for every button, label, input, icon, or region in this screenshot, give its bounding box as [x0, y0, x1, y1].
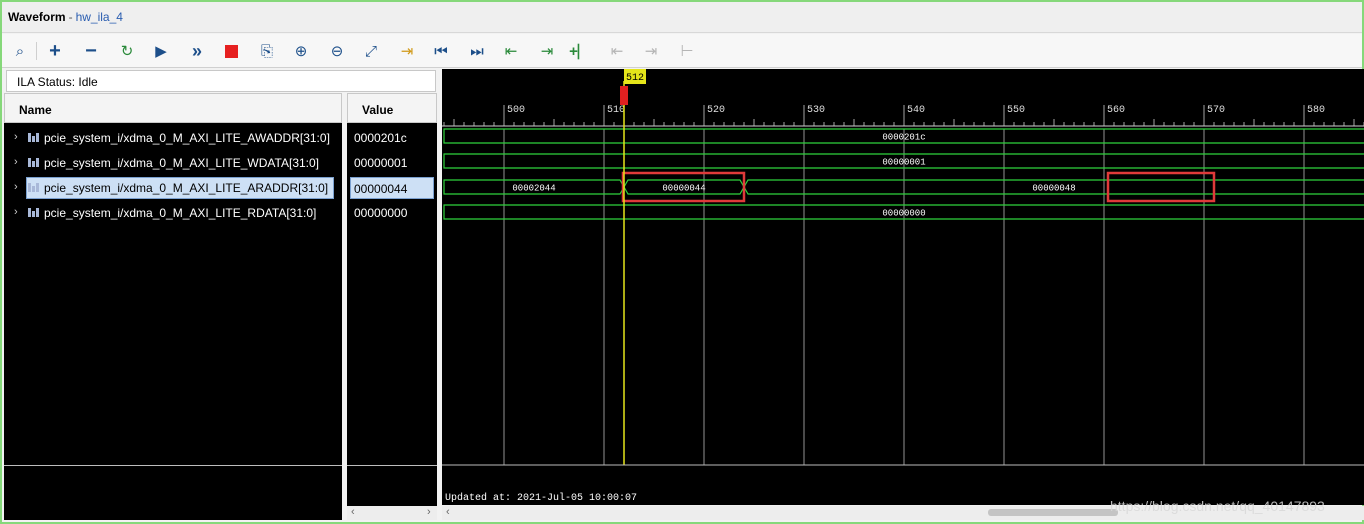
- bus-icon: [28, 133, 40, 142]
- stop-icon[interactable]: [220, 40, 242, 62]
- chevron-right-icon[interactable]: ›: [14, 131, 18, 143]
- bus-value-label: 00000000: [882, 209, 925, 219]
- signal-name: pcie_system_i/xdma_0_M_AXI_LITE_AWADDR[3…: [44, 131, 330, 145]
- goto-cursor-icon[interactable]: ⇥: [396, 40, 418, 62]
- tick-label: 520: [707, 105, 725, 116]
- highlight-box: [1106, 171, 1216, 203]
- zoom-fit-icon[interactable]: ⤢: [360, 40, 382, 62]
- next-marker-icon[interactable]: ⇥: [640, 40, 662, 62]
- bus-value-label: 0000201c: [882, 133, 925, 143]
- bus-icon: [28, 158, 40, 167]
- run-trigger-icon[interactable]: ▶: [150, 40, 172, 62]
- tick-label: 580: [1307, 105, 1325, 116]
- value-text: 0000201c: [354, 131, 407, 145]
- value-text: 00000000: [354, 206, 408, 220]
- goto-end-icon[interactable]: ⏭: [466, 40, 488, 62]
- trigger-marker: [620, 86, 628, 105]
- refresh-run-icon[interactable]: ↻: [116, 40, 138, 62]
- bus-icon: [28, 208, 40, 217]
- value-cell-selected[interactable]: 00000044: [350, 177, 434, 199]
- bus-value-label: 00002044: [512, 184, 555, 194]
- watermark-text: https://blog.csdn.net/qq_40147893: [1110, 498, 1325, 514]
- value-scrollbar[interactable]: ‹ ›: [347, 506, 437, 520]
- window-subtitle: hw_ila_4: [75, 10, 123, 24]
- ila-status-text: ILA Status: Idle: [17, 75, 98, 89]
- signal-name: pcie_system_i/xdma_0_M_AXI_LITE_ARADDR[3…: [44, 181, 329, 195]
- value-cell[interactable]: 00000001: [347, 152, 437, 174]
- title-bar: Waveform - hw_ila_4: [2, 2, 1362, 33]
- prev-transition-icon[interactable]: ⇤: [500, 40, 522, 62]
- next-transition-icon[interactable]: ⇥: [536, 40, 558, 62]
- scrollbar-thumb[interactable]: [988, 509, 1118, 516]
- signal-row-selected[interactable]: › pcie_system_i/xdma_0_M_AXI_LITE_ARADDR…: [4, 177, 342, 199]
- value-cell[interactable]: 00000000: [347, 202, 437, 224]
- window-title-main: Waveform: [8, 10, 66, 24]
- swap-cursors-icon[interactable]: ⊢: [676, 40, 698, 62]
- waveform-toolbar: ⌕ + − ↻ ▶ » ⎘ ⊕ ⊖ ⤢ ⇥ ⏮ ⏭ ⇤ ⇥ +⎸ ⇤ ⇥ ⊢: [2, 34, 1362, 68]
- tick-label: 540: [907, 105, 925, 116]
- prev-marker-icon[interactable]: ⇤: [606, 40, 628, 62]
- signal-name-panel: Name › pcie_system_i/xdma_0_M_AXI_LITE_A…: [4, 93, 342, 520]
- updated-at-text: Updated at: 2021-Jul-05 10:00:07: [445, 492, 637, 504]
- tick-label: 560: [1107, 105, 1125, 116]
- ila-status-field: ILA Status: Idle: [6, 70, 436, 92]
- search-icon[interactable]: ⌕: [9, 40, 31, 62]
- waveform-canvas[interactable]: 500 510 520 530 540 550 560 570 580 0000201c 00000…: [442, 69, 1364, 505]
- waveform-svg[interactable]: 500 510 520 530 540 550 560 570 580 0000201c 00000…: [442, 69, 1364, 505]
- run-immediate-icon[interactable]: »: [186, 40, 208, 62]
- name-header-label: Name: [19, 103, 52, 117]
- tick-label: 500: [507, 105, 525, 116]
- add-marker-icon[interactable]: +⎸: [569, 40, 593, 62]
- panel-divider: [347, 465, 437, 466]
- remove-signal-icon[interactable]: −: [80, 40, 102, 62]
- signal-row[interactable]: › pcie_system_i/xdma_0_M_AXI_LITE_WDATA[…: [4, 152, 342, 174]
- value-text: 00000044: [354, 182, 408, 196]
- chevron-right-icon[interactable]: ›: [14, 156, 18, 168]
- chevron-right-icon[interactable]: ›: [14, 206, 18, 218]
- value-header-label: Value: [362, 103, 394, 117]
- value-column-header[interactable]: Value: [347, 93, 437, 123]
- add-signal-icon[interactable]: +: [44, 40, 66, 62]
- bus-value-label: 00000048: [1032, 184, 1075, 194]
- bus-value-label: 00000044: [662, 184, 705, 194]
- export-icon[interactable]: ⎘: [256, 40, 278, 62]
- goto-start-icon[interactable]: ⏮: [430, 40, 452, 62]
- signal-name: pcie_system_i/xdma_0_M_AXI_LITE_RDATA[31…: [44, 206, 317, 220]
- chevron-right-icon[interactable]: ›: [14, 181, 18, 193]
- scroll-left-icon[interactable]: ‹: [351, 506, 355, 518]
- scroll-left-icon[interactable]: ‹: [446, 506, 450, 518]
- tick-label: 530: [807, 105, 825, 116]
- zoom-in-icon[interactable]: ⊕: [290, 40, 312, 62]
- tick-label: 510: [607, 105, 625, 116]
- title-separator: -: [68, 10, 73, 24]
- name-column-header[interactable]: Name: [4, 93, 342, 123]
- value-cell[interactable]: 0000201c: [347, 127, 437, 149]
- panel-divider: [4, 465, 342, 466]
- signal-row[interactable]: › pcie_system_i/xdma_0_M_AXI_LITE_AWADDR…: [4, 127, 342, 149]
- value-text: 00000001: [354, 156, 408, 170]
- zoom-out-icon[interactable]: ⊖: [326, 40, 348, 62]
- signal-name: pcie_system_i/xdma_0_M_AXI_LITE_WDATA[31…: [44, 156, 320, 170]
- cursor-label: 512: [626, 73, 644, 84]
- bus-value-label: 00000001: [882, 158, 925, 168]
- window-title: Waveform - hw_ila_4: [8, 10, 123, 24]
- waveform-window: Waveform - hw_ila_4 ⌕ + − ↻ ▶ » ⎘ ⊕ ⊖ ⤢ ⇥ …: [0, 0, 1364, 524]
- scroll-right-icon[interactable]: ›: [427, 506, 431, 518]
- toolbar-divider: [36, 42, 37, 60]
- signal-value-panel: Value 0000201c 00000001 00000044 0000000…: [347, 93, 437, 506]
- tick-label: 550: [1007, 105, 1025, 116]
- tick-label: 570: [1207, 105, 1225, 116]
- bus-icon: [28, 183, 40, 192]
- signal-row[interactable]: › pcie_system_i/xdma_0_M_AXI_LITE_RDATA[…: [4, 202, 342, 224]
